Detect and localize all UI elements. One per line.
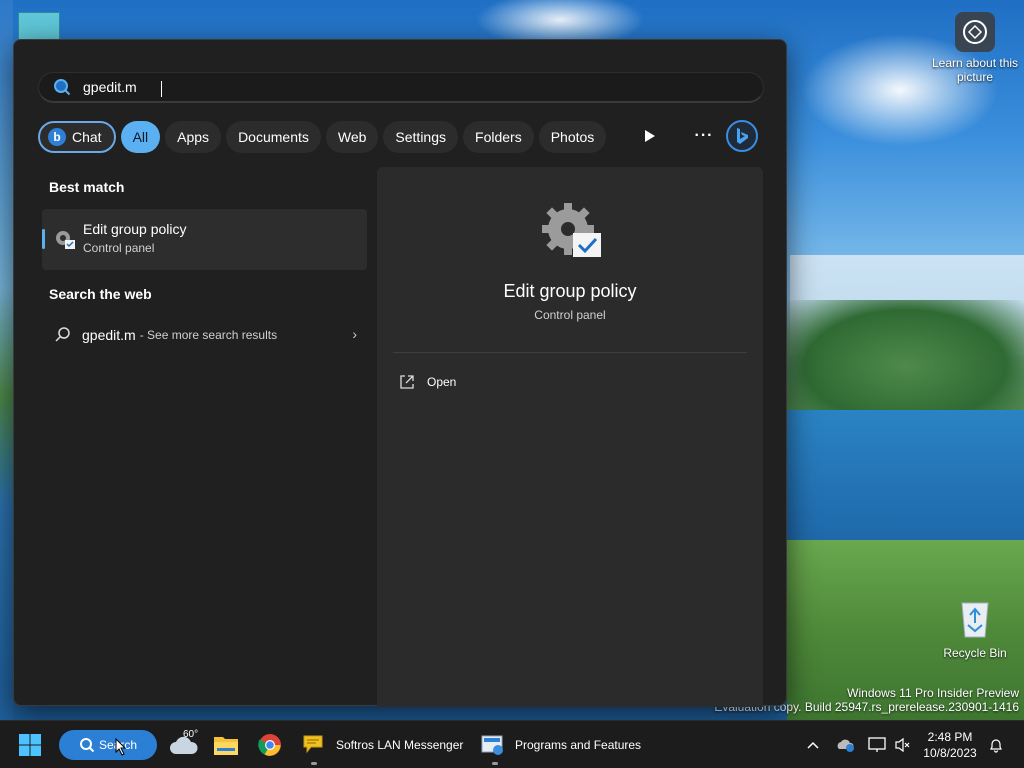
- notification-bell-icon[interactable]: [988, 721, 1004, 768]
- best-match-title: Edit group policy: [83, 221, 187, 237]
- softros-messenger-button[interactable]: Softros LAN Messenger: [302, 721, 463, 768]
- chrome-button[interactable]: [258, 721, 282, 768]
- best-match-result[interactable]: Edit group policy Control panel: [42, 209, 367, 270]
- search-icon: [79, 738, 95, 753]
- web-search-result[interactable]: gpedit.m - See more search results ›: [42, 318, 367, 352]
- filter-bar: b Chat All Apps Documents Web Settings F…: [38, 120, 611, 154]
- filter-settings[interactable]: Settings: [383, 121, 459, 153]
- running-indicator: [492, 762, 498, 765]
- open-action-label: Open: [427, 375, 457, 389]
- onedrive-icon[interactable]: [836, 737, 856, 753]
- programs-features-label: Programs and Features: [515, 738, 642, 752]
- filter-apps[interactable]: Apps: [165, 121, 222, 153]
- desktop-wallpaper-left: [0, 0, 13, 720]
- mouse-cursor-icon: [115, 737, 127, 761]
- best-match-subtitle: Control panel: [83, 241, 155, 255]
- learn-about-picture-label: Learn about this picture: [931, 56, 1019, 84]
- start-button[interactable]: [18, 721, 42, 768]
- recycle-bin-icon[interactable]: Recycle Bin: [930, 598, 1020, 660]
- filter-chat[interactable]: b Chat: [38, 121, 116, 153]
- chevron-up-icon[interactable]: [804, 741, 822, 749]
- clock[interactable]: 2:48 PM 10/8/2023: [920, 729, 980, 761]
- search-icon: [53, 77, 73, 97]
- search-input[interactable]: [83, 79, 683, 95]
- weather-widget[interactable]: 60°: [170, 721, 198, 768]
- filter-photos[interactable]: Photos: [538, 121, 607, 153]
- wallpaper-water: [787, 410, 1024, 550]
- softros-messenger-label: Softros LAN Messenger: [336, 738, 464, 752]
- search-box[interactable]: [38, 72, 764, 103]
- file-explorer-button[interactable]: [213, 721, 239, 768]
- filter-settings-label: Settings: [395, 129, 447, 145]
- clock-time: 2:48 PM: [927, 730, 973, 744]
- wallpaper-greenery: [787, 300, 1024, 410]
- volume-muted-icon[interactable]: [894, 737, 912, 753]
- camera-icon: [955, 12, 995, 52]
- filter-folders-label: Folders: [475, 129, 522, 145]
- chrome-icon: [258, 734, 281, 756]
- control-panel-icon: [481, 735, 503, 755]
- chat-bubble-icon: [303, 735, 323, 754]
- filter-documents[interactable]: Documents: [226, 121, 321, 153]
- web-search-query: gpedit.m: [82, 327, 136, 343]
- bing-icon[interactable]: [726, 120, 758, 152]
- chevron-right-icon: ›: [352, 326, 357, 342]
- learn-about-picture-icon[interactable]: Learn about this picture: [930, 12, 1020, 84]
- play-icon[interactable]: [636, 122, 664, 150]
- filter-photos-label: Photos: [550, 129, 595, 145]
- open-external-icon: [400, 375, 414, 389]
- windows-logo-icon: [19, 734, 41, 756]
- taskbar: Search 60° Softros LAN Messenger: [0, 720, 1024, 768]
- programs-features-button[interactable]: Programs and Features: [481, 721, 641, 768]
- search-icon: [54, 326, 72, 344]
- web-search-more: - See more search results: [139, 328, 278, 342]
- detail-title: Edit group policy: [503, 281, 637, 301]
- open-action[interactable]: Open: [399, 371, 456, 393]
- filter-all[interactable]: All: [120, 121, 161, 153]
- more-options-icon[interactable]: ···: [690, 122, 718, 150]
- search-web-heading: Search the web: [49, 286, 152, 302]
- text-caret: [161, 81, 162, 97]
- taskbar-search-button[interactable]: Search: [59, 730, 157, 760]
- filter-folders[interactable]: Folders: [463, 121, 534, 153]
- detail-divider: [393, 352, 747, 353]
- best-match-heading: Best match: [49, 179, 125, 195]
- network-icon[interactable]: [868, 737, 886, 753]
- filter-web[interactable]: Web: [325, 121, 379, 153]
- system-tray: [804, 721, 912, 768]
- gear-check-icon: [52, 227, 76, 251]
- search-panel: b Chat All Apps Documents Web Settings F…: [13, 39, 787, 707]
- filter-web-label: Web: [337, 129, 367, 145]
- filter-apps-label: Apps: [177, 129, 210, 145]
- gear-check-icon: [540, 201, 604, 261]
- filter-all-label: All: [132, 129, 149, 145]
- bing-chat-icon: b: [48, 128, 66, 146]
- filter-documents-label: Documents: [238, 129, 309, 145]
- clock-date: 10/8/2023: [923, 746, 977, 760]
- recycle-bin-label: Recycle Bin: [943, 646, 1007, 660]
- detail-subtitle: Control panel: [534, 308, 606, 322]
- running-indicator: [311, 762, 317, 765]
- weather-temperature: 60°: [183, 729, 199, 740]
- desktop-thumbnail: [18, 12, 60, 42]
- selection-indicator: [42, 229, 45, 249]
- filter-chat-label: Chat: [72, 129, 102, 145]
- recycle-bin-glyph-icon: [957, 598, 993, 640]
- folder-icon: [214, 737, 238, 755]
- detail-pane: Edit group policy Control panel Open: [377, 167, 763, 707]
